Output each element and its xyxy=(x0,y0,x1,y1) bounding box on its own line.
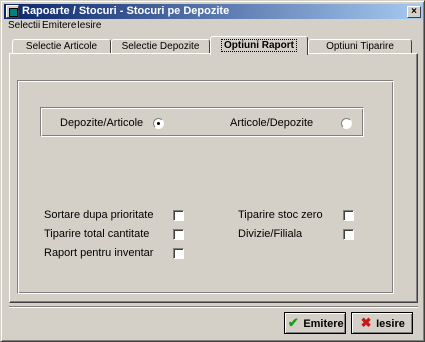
window-title: Rapoarte / Stocuri - Stocuri pe Depozite xyxy=(22,5,230,17)
menu-iesire[interactable]: Iesire xyxy=(77,20,101,32)
checkbox-total-cantitate[interactable] xyxy=(173,229,184,240)
checkbox-raport-inventar[interactable] xyxy=(173,248,184,259)
close-button[interactable]: × xyxy=(407,6,421,18)
emitere-button[interactable]: ✔ Emitere xyxy=(284,312,346,334)
radio-label-articole-depozite: Articole/Depozite xyxy=(230,117,314,129)
cross-icon: ✖ xyxy=(360,315,372,330)
checkbox-stoc-zero[interactable] xyxy=(343,210,354,221)
radio-articole-depozite[interactable] xyxy=(341,118,352,129)
tab-optiuni-raport[interactable]: Optiuni Raport xyxy=(210,36,308,55)
footer-separator xyxy=(9,306,418,308)
menu-emitere[interactable]: Emitere xyxy=(42,20,76,32)
menu-selectii[interactable]: Selectii xyxy=(8,20,40,32)
app-icon xyxy=(6,5,19,18)
radio-depozite-articole[interactable] xyxy=(153,118,164,129)
checkbox-divizie-filiala[interactable] xyxy=(343,229,354,240)
tab-optiuni-tiparire[interactable]: Optiuni Tiparire xyxy=(308,39,412,54)
report-window: Rapoarte / Stocuri - Stocuri pe Depozite… xyxy=(0,0,425,342)
tab-selectie-depozite[interactable]: Selectie Depozite xyxy=(111,39,210,54)
title-bar: Rapoarte / Stocuri - Stocuri pe Depozite… xyxy=(4,4,423,19)
menu-bar: Selectii Emitere Iesire xyxy=(4,19,423,33)
checkbox-sortare-prioritate[interactable] xyxy=(173,210,184,221)
check-icon: ✔ xyxy=(287,315,299,330)
option-label-divizie: Divizie/Filiala xyxy=(238,228,303,240)
radio-label-depozite-articole: Depozite/Articole xyxy=(60,117,144,129)
tab-selectie-articole[interactable]: Selectie Articole xyxy=(12,39,111,54)
tab-label: Selectie Articole xyxy=(25,41,98,52)
option-label-sortare: Sortare dupa prioritate xyxy=(44,209,154,221)
option-label-inventar: Raport pentru inventar xyxy=(44,247,154,259)
iesire-label: Iesire xyxy=(376,318,405,330)
option-label-total-cantitate: Tiparire total cantitate xyxy=(44,228,150,240)
tab-label: Optiuni Raport xyxy=(221,39,297,52)
emitere-label: Emitere xyxy=(303,318,344,330)
tab-label: Selectie Depozite xyxy=(121,41,200,52)
tab-label: Optiuni Tiparire xyxy=(326,41,394,52)
iesire-button[interactable]: ✖ Iesire xyxy=(351,312,413,334)
option-label-stoc-zero: Tiparire stoc zero xyxy=(238,209,323,221)
